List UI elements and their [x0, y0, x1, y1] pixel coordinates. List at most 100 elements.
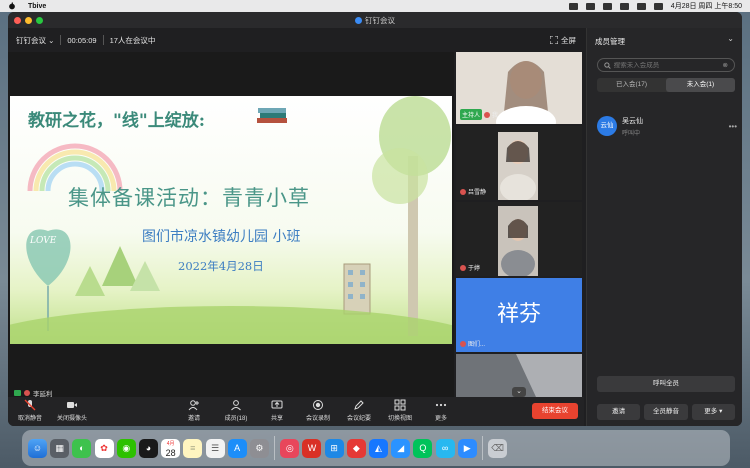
- mic-muted-icon: [484, 111, 491, 118]
- messages-icon[interactable]: ◐: [72, 438, 92, 458]
- control-center-icon[interactable]: [653, 2, 663, 10]
- finder-icon[interactable]: ☺: [28, 438, 47, 458]
- unmute-button[interactable]: 取消静音: [10, 399, 50, 422]
- shared-slide: 教研之花，"线"上绽放: 集体备课活动：青青小草 图们市凉水镇幼儿园 小班 20…: [10, 96, 452, 344]
- more-button[interactable]: 更多: [421, 399, 461, 422]
- tab-not-joined[interactable]: 未入会(1): [666, 78, 735, 92]
- video-tile-participant[interactable]: 于婷: [456, 202, 582, 276]
- share-button[interactable]: 共享: [257, 399, 297, 422]
- launchpad-icon[interactable]: ▦: [50, 438, 70, 458]
- screen-share-icon: [14, 390, 21, 396]
- dock-divider: [274, 436, 276, 460]
- slide-date: 2022年4月28日: [178, 259, 264, 273]
- ellipsis-icon: [435, 403, 447, 407]
- chevron-down-icon[interactable]: ⌄: [727, 34, 734, 43]
- dock-divider: [481, 436, 483, 460]
- member-tabs: 已入会(17) 未入会(1): [597, 78, 735, 92]
- pen-icon: [354, 400, 364, 410]
- tencent-meeting-icon[interactable]: ∞: [435, 438, 455, 458]
- mic-muted-icon: [460, 188, 466, 195]
- meeting-minutes-button[interactable]: 会议纪要: [339, 399, 379, 422]
- panel-actions: 邀请 全员静音 更多 ▾: [597, 404, 735, 420]
- tab-joined[interactable]: 已入会(17): [597, 78, 666, 92]
- member-more-icon[interactable]: •••: [729, 122, 737, 131]
- panel-invite-button[interactable]: 邀请: [597, 404, 641, 420]
- video-tiles[interactable]: 主持人 我 吕雪静 于婷 祥芬 图们... ⌄: [456, 52, 582, 397]
- participant-name: 吕雪静: [468, 190, 487, 196]
- call-all-button[interactable]: 呼叫全员: [597, 376, 735, 392]
- wps-office-icon[interactable]: W: [302, 438, 322, 458]
- members-button[interactable]: 成员(18): [216, 399, 256, 422]
- member-search-input[interactable]: [613, 61, 720, 69]
- record-icon: [313, 400, 323, 410]
- meeting-name-dropdown[interactable]: 钉钉会议 ⌄: [16, 35, 54, 46]
- clear-search-icon[interactable]: ⊗: [723, 61, 728, 69]
- member-list-item[interactable]: 云仙 吴云仙 呼叫中 •••: [597, 114, 737, 138]
- slide-title: 集体备课活动：青青小草: [68, 186, 310, 210]
- trash-icon[interactable]: ⌫: [488, 438, 508, 458]
- fullscreen-button[interactable]: 全屏: [550, 35, 576, 46]
- system-preferences-icon[interactable]: ⚙: [249, 438, 269, 458]
- netease-music-icon[interactable]: ◎: [280, 438, 300, 458]
- battery-tray-icon[interactable]: [602, 2, 612, 10]
- apple-logo-icon[interactable]: [8, 2, 16, 10]
- zoom-icon[interactable]: ▶: [457, 438, 477, 458]
- tile-label: 吕雪静: [460, 187, 486, 196]
- share-screen-icon: [271, 400, 283, 409]
- slide-love-text: LOVE: [30, 236, 57, 246]
- wechat-icon[interactable]: ◉: [116, 438, 136, 458]
- end-meeting-button[interactable]: 结束会议: [532, 403, 578, 419]
- shared-screen-area: 教研之花，"线"上绽放: 集体备课活动：青青小草 图们市凉水镇幼儿园 小班 20…: [8, 52, 454, 398]
- photos-icon[interactable]: ✿: [94, 438, 114, 458]
- reminders-icon[interactable]: ☰: [205, 438, 225, 458]
- scroll-tiles-down-button[interactable]: ⌄: [512, 387, 526, 397]
- tile-label: 主持人 我: [460, 109, 498, 120]
- mic-muted-icon: [24, 399, 36, 411]
- app-store-icon[interactable]: A: [227, 438, 247, 458]
- member-search[interactable]: ⊗: [597, 58, 735, 72]
- slide-heading: 教研之花，"线"上绽放:: [28, 111, 205, 131]
- add-person-icon: [188, 400, 199, 411]
- video-tile-participant[interactable]: 祥芬 图们...: [456, 278, 582, 352]
- attendee-count: 17人在会议中: [109, 35, 156, 45]
- participant-name: 图们...: [468, 342, 486, 348]
- menubar-clock[interactable]: 4月28日 周四 上午8:50: [671, 1, 742, 11]
- divider: [60, 35, 62, 45]
- invite-button[interactable]: 邀请: [174, 399, 214, 422]
- member-management-panel: 成员管理 ⌄ ⊗ 已入会(17) 未入会(1) 云仙 吴云仙 呼叫中 ••• 呼…: [586, 28, 742, 426]
- mic-muted-icon: [460, 264, 466, 271]
- feishu-icon[interactable]: ◭: [369, 438, 388, 458]
- divider: [102, 35, 104, 45]
- fullscreen-icon: [550, 36, 558, 44]
- member-info: 吴云仙 呼叫中: [622, 116, 643, 137]
- mute-all-button[interactable]: 全员静音: [644, 404, 688, 420]
- member-status: 呼叫中: [622, 130, 641, 137]
- meeting-toolbar: 取消静音 关闭摄像头 邀请 成员(18) 共享 会议录制 会议纪要 切换视图 更…: [8, 397, 584, 426]
- tile-label: 图们...: [460, 339, 485, 348]
- window-title: 钉钉会议: [8, 15, 742, 26]
- panel-more-button[interactable]: 更多 ▾: [691, 404, 735, 420]
- meeting-header: 钉钉会议 ⌄ 00:05:09 17人在会议中 全屏: [8, 28, 584, 52]
- switch-view-button[interactable]: 切换视图: [380, 399, 420, 422]
- notes-icon[interactable]: ≡: [183, 438, 203, 458]
- wechat-tray-icon[interactable]: [568, 2, 578, 10]
- turn-off-camera-button[interactable]: 关闭摄像头: [52, 399, 92, 422]
- active-app-name[interactable]: Tbive: [28, 3, 46, 10]
- meeting-app-icon[interactable]: ⊞: [324, 438, 344, 458]
- video-app-icon[interactable]: ◆: [346, 438, 366, 458]
- search-icon: [604, 61, 611, 69]
- iqiyi-icon[interactable]: Q: [413, 438, 433, 458]
- qq-icon[interactable]: ◕: [138, 438, 158, 458]
- search-tray-icon[interactable]: [636, 2, 646, 10]
- video-tile-participant[interactable]: 吕雪静: [456, 126, 582, 200]
- record-button[interactable]: 会议录制: [298, 399, 338, 422]
- dingtalk-icon[interactable]: ◢: [391, 438, 411, 458]
- meeting-timer: 00:05:09: [67, 35, 97, 45]
- mic-muted-icon: [24, 390, 30, 396]
- grid-view-icon: [394, 399, 406, 411]
- calendar-icon[interactable]: 4月 28: [161, 438, 181, 458]
- wifi-tray-icon[interactable]: [619, 2, 629, 10]
- display-tray-icon[interactable]: [585, 2, 595, 10]
- avatar: 云仙: [597, 116, 617, 136]
- video-tile-self[interactable]: 主持人 我: [456, 52, 582, 124]
